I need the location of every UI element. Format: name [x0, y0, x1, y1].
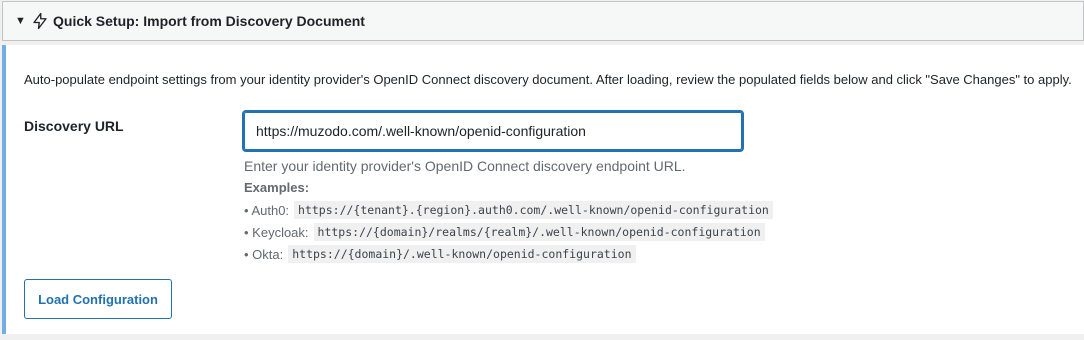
section-title: Quick Setup: Import from Discovery Docum… [53, 13, 365, 29]
example-url: https://{domain}/.well-known/openid-conf… [288, 245, 636, 263]
intro-text: Auto-populate endpoint settings from you… [24, 72, 1072, 87]
lightning-bolt-icon [33, 12, 47, 30]
discovery-url-input[interactable] [242, 110, 744, 152]
example-url: https://{domain}/realms/{realm}/.well-kn… [313, 223, 765, 241]
example-url: https://{tenant}.{region}.auth0.com/.wel… [294, 201, 773, 219]
triangle-down-icon[interactable]: ▼ [15, 15, 27, 27]
quick-setup-body: Auto-populate endpoint settings from you… [2, 45, 1084, 334]
quick-setup-header[interactable]: ▼ Quick Setup: Import from Discovery Doc… [2, 1, 1084, 41]
example-auth0: • Auth0: https://{tenant}.{region}.auth0… [244, 201, 773, 219]
example-provider: • Okta: [244, 246, 284, 262]
discovery-url-description: Enter your identity provider's OpenID Co… [244, 158, 686, 174]
example-provider: • Auth0: [244, 202, 290, 218]
example-keycloak: • Keycloak: https://{domain}/realms/{rea… [244, 223, 765, 241]
discovery-url-label: Discovery URL [24, 118, 124, 134]
load-configuration-button[interactable]: Load Configuration [24, 279, 172, 319]
example-provider: • Keycloak: [244, 224, 309, 240]
quick-setup-panel: ▼ Quick Setup: Import from Discovery Doc… [0, 0, 1084, 334]
example-okta: • Okta: https://{domain}/.well-known/ope… [244, 245, 636, 263]
examples-heading: Examples: [244, 180, 310, 195]
